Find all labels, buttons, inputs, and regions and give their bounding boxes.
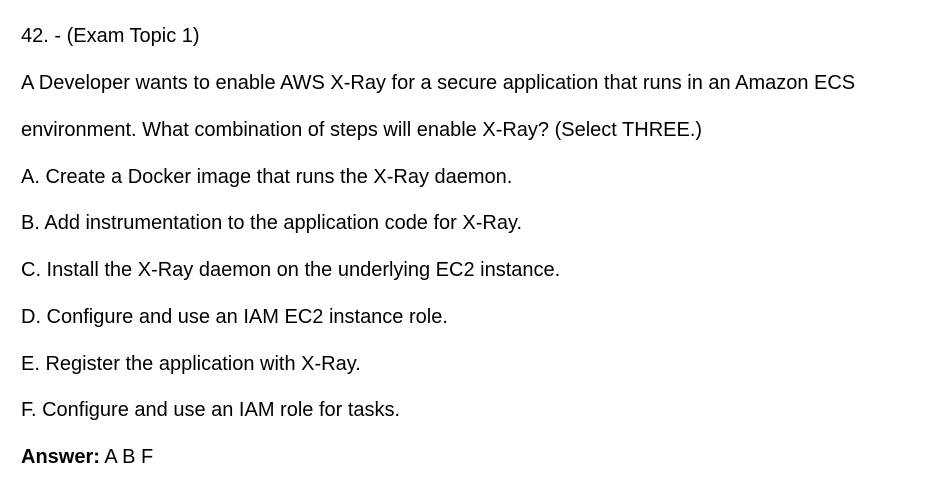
question-text-line-2: environment. What combination of steps w…: [21, 119, 703, 141]
option-d: D. Configure and use an IAM EC2 instance…: [21, 306, 448, 328]
exam-question-page: 42. - (Exam Topic 1) A Developer wants t…: [0, 0, 943, 483]
answer-label: Answer:: [21, 446, 100, 468]
answer-line: Answer: A B F: [21, 445, 153, 469]
answer-value: A B F: [104, 446, 154, 468]
option-c: C. Install the X-Ray daemon on the under…: [21, 259, 561, 281]
option-b: B. Add instrumentation to the applicatio…: [21, 212, 523, 234]
option-f: F. Configure and use an IAM role for tas…: [21, 399, 401, 421]
option-e: E. Register the application with X-Ray.: [21, 353, 361, 375]
question-text-line-1: A Developer wants to enable AWS X-Ray fo…: [21, 72, 856, 94]
question-header: 42. - (Exam Topic 1): [21, 25, 200, 47]
option-a: A. Create a Docker image that runs the X…: [21, 166, 513, 188]
